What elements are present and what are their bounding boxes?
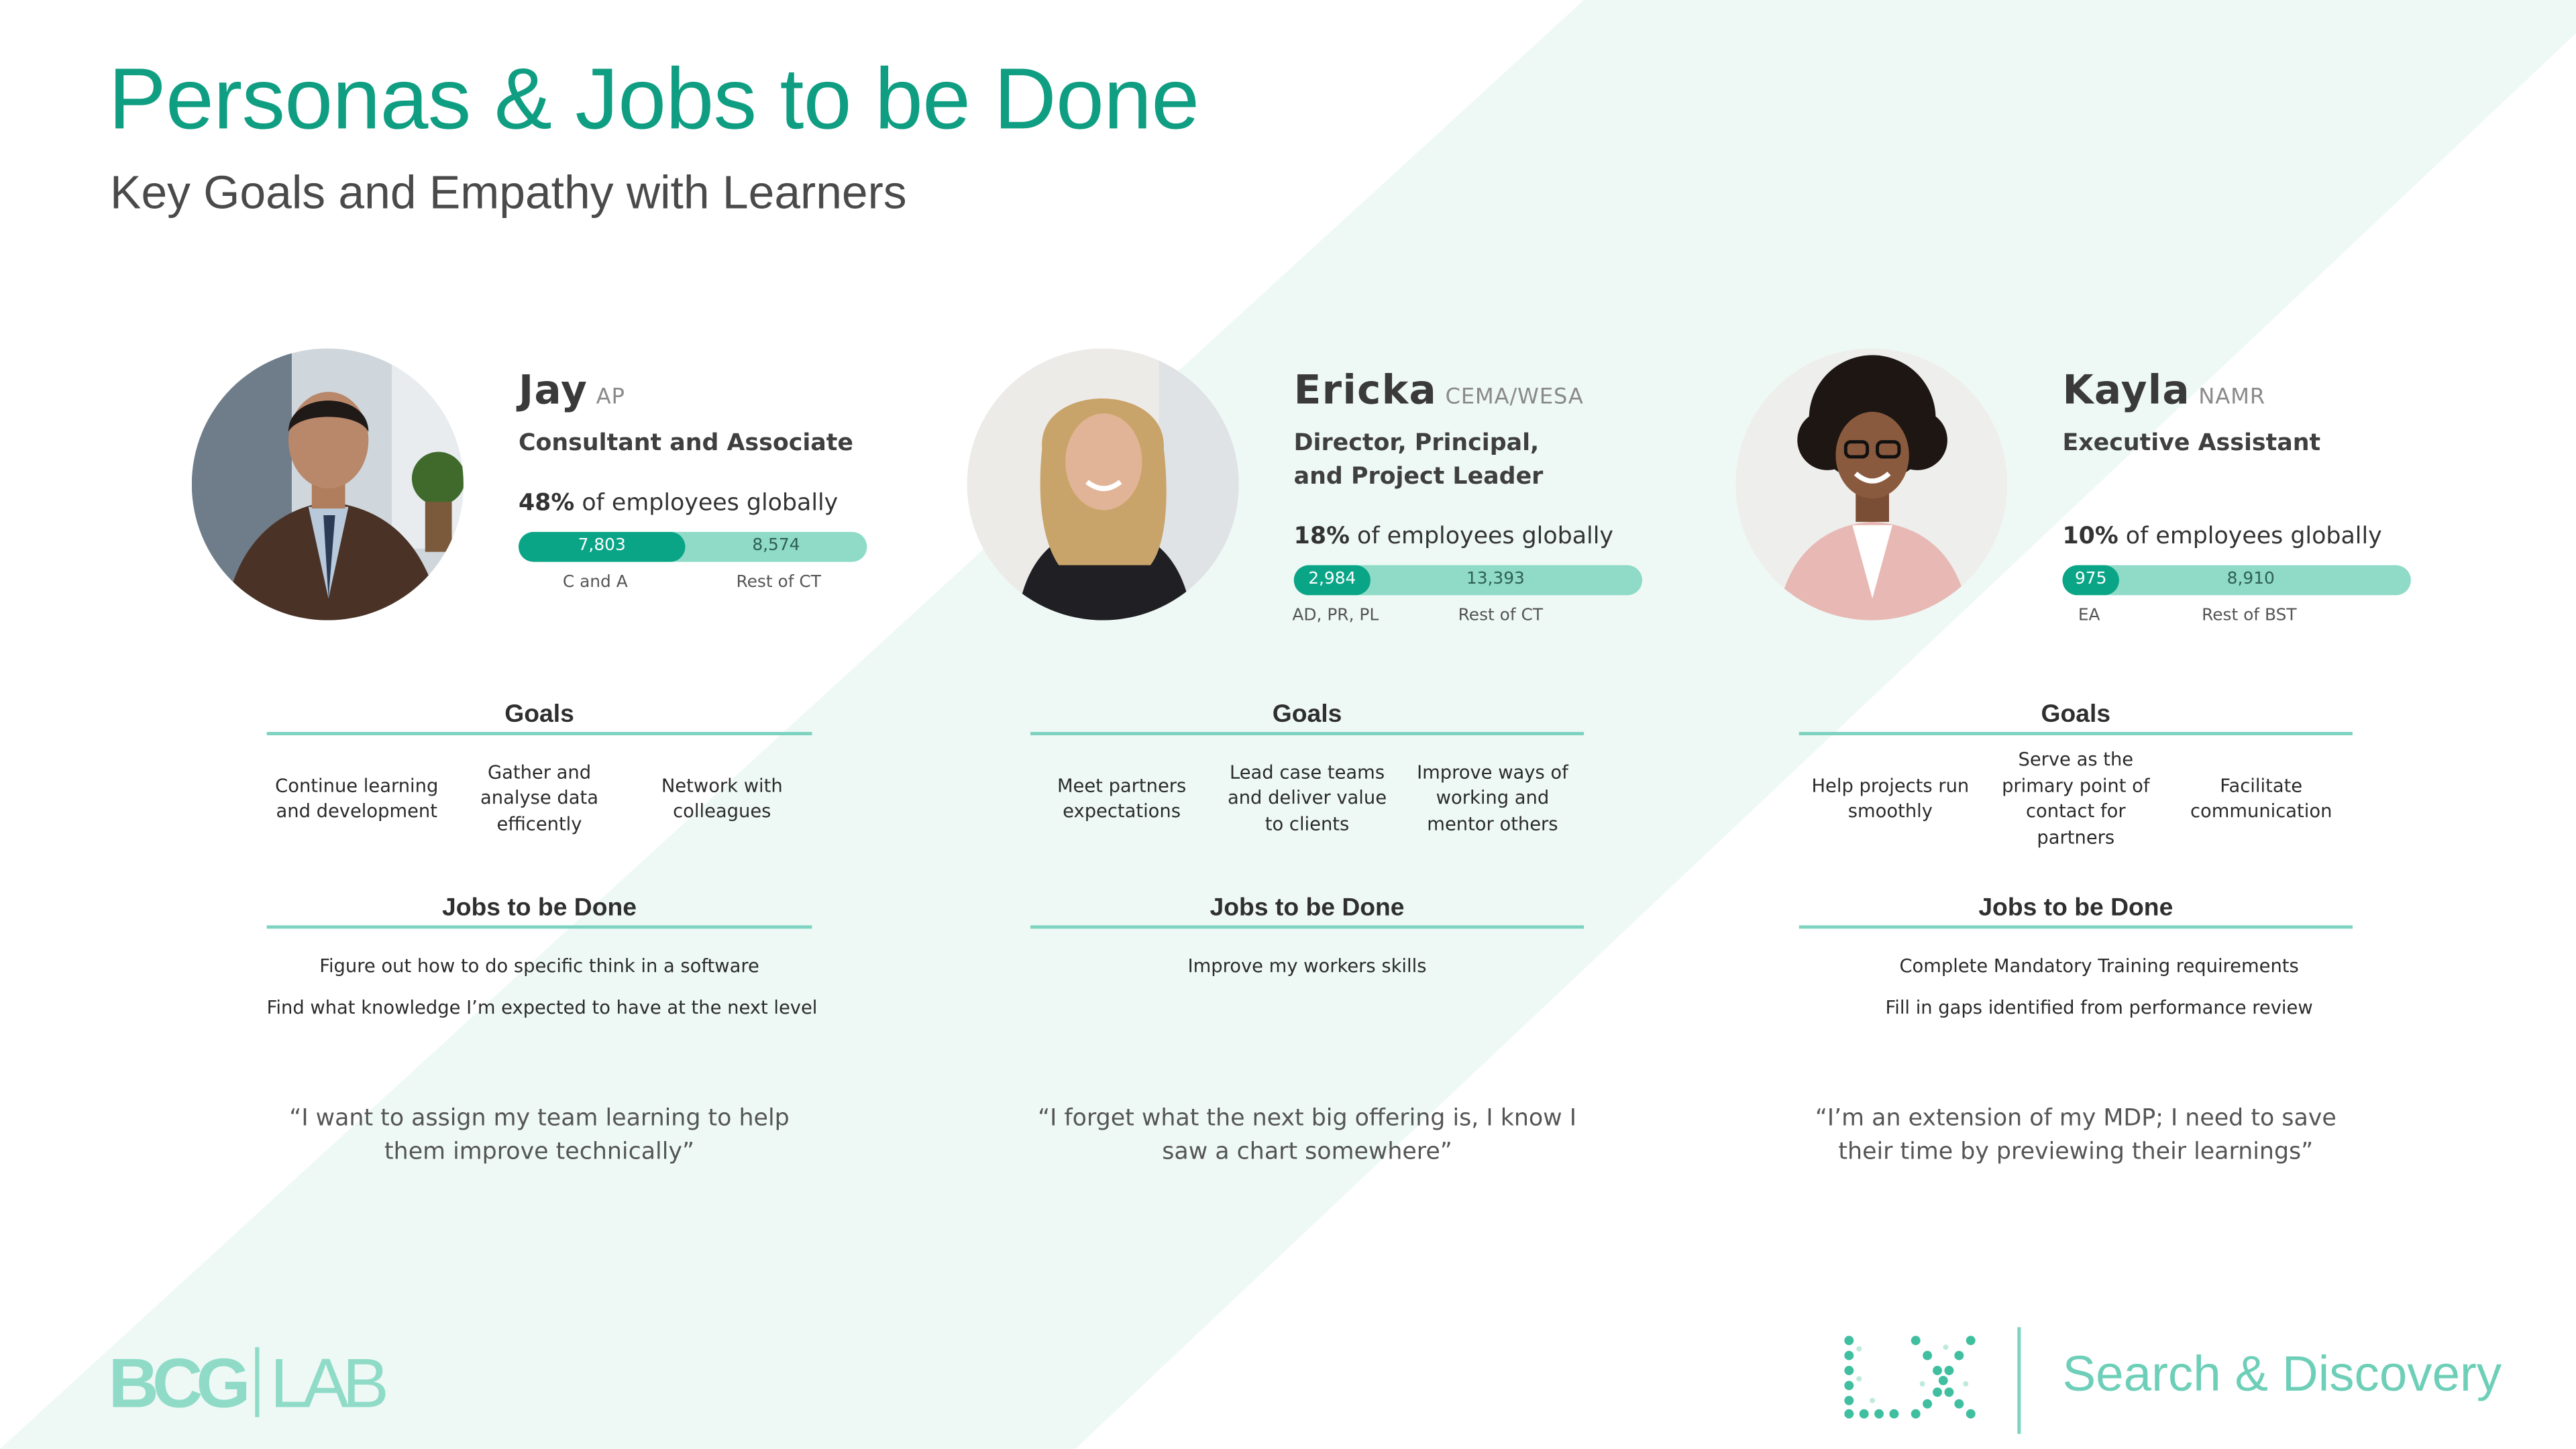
bcg-lab-logo: BCG LAB	[109, 1345, 392, 1417]
persona-name: Ericka	[1293, 366, 1438, 414]
goal-item: Continue learning and development	[275, 774, 439, 822]
share-text: of employees globally	[582, 490, 839, 517]
job-item: Improve my workers skills	[1187, 955, 1427, 977]
employee-share-bar: 7,803 8,574	[518, 531, 867, 562]
job-item: Figure out how to do specific think in a…	[319, 955, 759, 977]
persona-role: Consultant and Associate	[518, 430, 854, 457]
persona-quote: “I want to assign my team learning to he…	[289, 1105, 790, 1166]
jobs-heading: Jobs to be Done	[266, 894, 812, 929]
goals-section: Goals Help projects run smoothly Serve a…	[1799, 700, 2353, 848]
goals-section: Goals Continue learning and development …	[266, 700, 812, 839]
persona-photo-kayla	[1735, 348, 2008, 621]
bar-label-b: Rest of BST	[2202, 606, 2297, 626]
persona-info-ericka: Ericka CEMA/WESA Director, Principal, and…	[1292, 365, 1744, 634]
slide: Personas & Jobs to be Done Key Goals and…	[0, 0, 2576, 1449]
jobs-section: Jobs to be Done Improve my workers skill…	[1030, 894, 1585, 987]
bar-value-a: 975	[2074, 570, 2107, 589]
bar-label-b: Rest of CT	[736, 573, 821, 592]
brand-search-discovery: Search & Discovery	[2062, 1347, 2502, 1403]
goal-item: Facilitate communication	[2190, 774, 2332, 822]
persona-name: Jay	[518, 366, 588, 414]
persona-quote: “I’m an extension of my MDP; I need to s…	[1815, 1105, 2337, 1166]
share-percent: 48%	[518, 490, 575, 517]
persona-card-ericka: Ericka CEMA/WESA Director, Principal, and…	[967, 342, 1734, 1209]
persona-photo-ericka	[967, 348, 1239, 621]
bar-value-b: 13,393	[1466, 570, 1525, 589]
jobs-heading: Jobs to be Done	[1030, 894, 1585, 929]
share-percent: 18%	[1293, 523, 1350, 551]
employee-share-bar: 975 8,910	[2062, 565, 2411, 596]
persona-region: AP	[596, 385, 625, 411]
persona-info-kayla: Kayla NAMR Executive Assistant 10% of emp…	[2062, 365, 2512, 633]
bar-value-b: 8,910	[2226, 570, 2275, 589]
goal-item: Network with colleagues	[661, 774, 783, 822]
persona-region: NAMR	[2198, 385, 2265, 411]
employee-share: 10% of employees globally	[2062, 523, 2512, 550]
bar-value-a: 2,984	[1308, 570, 1356, 589]
bar-value-b: 8,574	[752, 537, 800, 555]
persona-photo-jay	[191, 348, 464, 621]
bar-value-a: 7,803	[578, 537, 626, 555]
share-text: of employees globally	[2125, 523, 2382, 551]
goal-item: Serve as the primary point of contact fo…	[2002, 748, 2150, 848]
persona-card-jay: Jay AP Consultant and Associate 48% of em…	[191, 342, 959, 1209]
persona-role: Executive Assistant	[2062, 430, 2321, 457]
goal-item: Improve ways of working and mentor other…	[1417, 761, 1568, 835]
bar-label-a: C and A	[562, 573, 628, 592]
goals-heading: Goals	[1799, 700, 2353, 736]
persona-role: Director, Principal, and Project Leader	[1293, 430, 1544, 490]
employee-share: 18% of employees globally	[1294, 523, 1744, 550]
persona-name: Kayla	[2062, 366, 2190, 414]
page-subtitle: Key Goals and Empathy with Learners	[110, 166, 907, 219]
bar-labels: C and A Rest of CT	[519, 574, 969, 600]
share-text: of employees globally	[1357, 523, 1613, 551]
jobs-section: Jobs to be Done Complete Mandatory Train…	[1799, 894, 2353, 1028]
goal-item: Gather and analyse data efficently	[480, 761, 598, 835]
goals-heading: Goals	[1030, 700, 1585, 736]
svg-text:BCG: BCG	[109, 1345, 247, 1417]
goal-item: Help projects run smoothly	[1811, 774, 1970, 822]
persona-card-kayla: Kayla NAMR Executive Assistant 10% of emp…	[1735, 342, 2502, 1209]
goals-section: Goals Meet partners expectations Lead ca…	[1030, 700, 1585, 839]
job-item: Find what knowledge I’m expected to have…	[266, 997, 818, 1019]
job-item: Fill in gaps identified from performance…	[1885, 997, 2313, 1019]
page-title: Personas & Jobs to be Done	[108, 52, 1200, 149]
bar-label-a: AD, PR, PL	[1292, 606, 1379, 626]
bar-label-a: EA	[2078, 606, 2100, 626]
footer-divider	[2017, 1327, 2021, 1434]
goal-item: Meet partners expectations	[1057, 774, 1187, 822]
jobs-section: Jobs to be Done Figure out how to do spe…	[266, 894, 818, 1028]
employee-share-bar: 2,984 13,393	[1293, 565, 1643, 596]
svg-text:LAB: LAB	[270, 1345, 386, 1417]
bar-labels: AD, PR, PL Rest of CT	[1292, 606, 1744, 634]
persona-region: CEMA/WESA	[1445, 385, 1584, 411]
job-item: Complete Mandatory Training requirements	[1899, 955, 2299, 977]
lx-dotted-logo	[1844, 1336, 1976, 1419]
persona-info-jay: Jay AP Consultant and Associate 48% of em…	[518, 365, 969, 600]
bar-labels: EA Rest of BST	[2062, 607, 2512, 634]
employee-share: 48% of employees globally	[519, 490, 969, 517]
goal-item: Lead case teams and deliver value to cli…	[1227, 761, 1387, 835]
goals-heading: Goals	[266, 700, 812, 736]
persona-quote: “I forget what the next big offering is,…	[1038, 1105, 1576, 1166]
jobs-heading: Jobs to be Done	[1799, 894, 2353, 929]
share-percent: 10%	[2062, 523, 2118, 551]
bar-label-b: Rest of CT	[1458, 606, 1544, 626]
